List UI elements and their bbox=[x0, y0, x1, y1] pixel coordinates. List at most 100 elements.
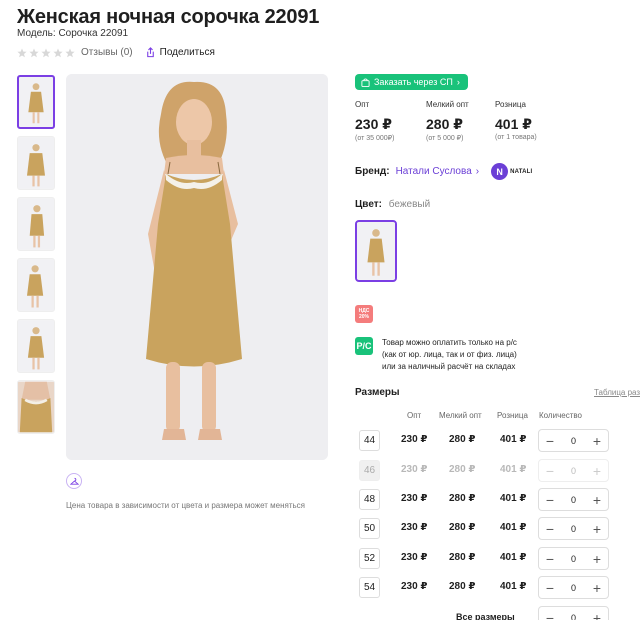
col-header-qty: Количество bbox=[539, 411, 582, 420]
decrement-button[interactable]: − bbox=[543, 522, 557, 536]
order-via-sp-label: Заказать через СП bbox=[374, 77, 453, 87]
size-price-retail: 401 ₽ bbox=[500, 522, 527, 533]
size-price-opt: 230 ₽ bbox=[401, 581, 428, 592]
product-model-illustration bbox=[66, 74, 328, 460]
quantity-stepper: − 0 + bbox=[538, 459, 609, 482]
share-label: Поделиться bbox=[159, 47, 215, 58]
payment-info: Товар можно оплатить только на р/с (как … bbox=[382, 337, 517, 373]
hanger-icon bbox=[69, 477, 79, 485]
quantity-value[interactable]: 0 bbox=[571, 554, 576, 564]
size-row-54: 54 230 ₽ 280 ₽ 401 ₽ − 0 + bbox=[355, 576, 640, 601]
main-product-photo[interactable] bbox=[66, 74, 328, 460]
size-table-link[interactable]: Таблица разм bbox=[594, 388, 640, 397]
quantity-value[interactable]: 0 bbox=[571, 495, 576, 505]
quantity-value[interactable]: 0 bbox=[571, 436, 576, 446]
size-price-retail: 401 ₽ bbox=[500, 552, 527, 563]
price-tier-value: 230 ₽ bbox=[355, 116, 392, 132]
thumbnail-photo bbox=[18, 320, 54, 372]
bank-account-badge: Р/С bbox=[355, 337, 373, 355]
decrement-button[interactable]: − bbox=[543, 434, 557, 448]
price-tier-small-opt: Мелкий опт 280 ₽ (от 5 000 ₽) bbox=[426, 100, 495, 142]
size-guide-button[interactable] bbox=[66, 473, 82, 489]
order-via-sp-button[interactable]: Заказать через СП › bbox=[355, 74, 468, 90]
price-note: Цена товара в зависимости от цвета и раз… bbox=[66, 501, 306, 510]
quantity-stepper: − 0 + bbox=[538, 547, 609, 570]
share-icon bbox=[146, 47, 154, 58]
size-price-small-opt: 280 ₽ bbox=[449, 464, 476, 475]
decrement-button[interactable]: − bbox=[543, 611, 557, 620]
thumbnail-list bbox=[17, 75, 57, 441]
size-price-retail: 401 ₽ bbox=[500, 581, 527, 592]
size-label: 52 bbox=[359, 548, 380, 569]
price-tiers: Опт 230 ₽ (от 35 000₽) Мелкий опт 280 ₽ … bbox=[355, 100, 565, 142]
brand-link[interactable]: Натали Суслова bbox=[396, 166, 472, 177]
color-label: Цвет: bbox=[355, 199, 382, 210]
size-label: 50 bbox=[359, 518, 380, 539]
price-tier-value: 401 ₽ bbox=[495, 116, 532, 132]
star-icon bbox=[65, 48, 75, 57]
size-row-46: 46 230 ₽ 280 ₽ 401 ₽ − 0 + bbox=[355, 459, 640, 484]
size-price-retail: 401 ₽ bbox=[500, 434, 527, 445]
size-row-50: 50 230 ₽ 280 ₽ 401 ₽ − 0 + bbox=[355, 517, 640, 542]
price-tier-condition: (от 5 000 ₽) bbox=[426, 135, 464, 142]
color-row: Цвет: бежевый bbox=[355, 199, 430, 210]
decrement-button[interactable]: − bbox=[543, 464, 557, 478]
price-tier-value: 280 ₽ bbox=[426, 116, 463, 132]
thumbnail-photo bbox=[18, 381, 54, 433]
color-option-beige[interactable] bbox=[355, 220, 397, 282]
quantity-value[interactable]: 0 bbox=[571, 583, 576, 593]
decrement-button[interactable]: − bbox=[543, 493, 557, 507]
thumbnail-5[interactable] bbox=[17, 319, 55, 373]
quantity-value[interactable]: 0 bbox=[571, 524, 576, 534]
size-price-small-opt: 280 ₽ bbox=[449, 552, 476, 563]
reviews-link[interactable]: Отзывы (0) bbox=[81, 47, 133, 58]
all-sizes-stepper: − 0 + bbox=[538, 606, 609, 620]
size-price-small-opt: 280 ₽ bbox=[449, 522, 476, 533]
size-row-44: 44 230 ₽ 280 ₽ 401 ₽ − 0 + bbox=[355, 429, 640, 454]
thumbnail-2[interactable] bbox=[17, 136, 55, 190]
star-icon bbox=[17, 48, 27, 57]
size-price-retail: 401 ₽ bbox=[500, 464, 527, 475]
size-price-small-opt: 280 ₽ bbox=[449, 581, 476, 592]
price-tier-label: Опт bbox=[355, 100, 370, 109]
col-header-retail: Розница bbox=[497, 411, 528, 420]
share-button[interactable]: Поделиться bbox=[145, 47, 215, 58]
increment-button[interactable]: + bbox=[590, 552, 604, 566]
increment-button[interactable]: + bbox=[590, 611, 604, 620]
color-value: бежевый bbox=[388, 199, 431, 210]
size-price-opt: 230 ₽ bbox=[401, 522, 428, 533]
thumbnail-1[interactable] bbox=[17, 75, 55, 129]
thumbnail-6[interactable] bbox=[17, 380, 55, 434]
size-price-opt: 230 ₽ bbox=[401, 552, 428, 563]
size-label: 46 bbox=[359, 460, 380, 481]
quantity-value[interactable]: 0 bbox=[571, 466, 576, 476]
size-row-52: 52 230 ₽ 280 ₽ 401 ₽ − 0 + bbox=[355, 547, 640, 572]
thumbnail-photo bbox=[18, 259, 54, 311]
col-header-small-opt: Мелкий опт bbox=[439, 411, 482, 420]
size-label: 44 bbox=[359, 430, 380, 451]
brand-logo[interactable]: N NATALI bbox=[491, 163, 532, 180]
thumbnail-3[interactable] bbox=[17, 197, 55, 251]
increment-button[interactable]: + bbox=[590, 434, 604, 448]
quantity-stepper: − 0 + bbox=[538, 429, 609, 452]
col-header-opt: Опт bbox=[407, 411, 422, 420]
price-tier-condition: (от 1 товара) bbox=[495, 134, 537, 141]
decrement-button[interactable]: − bbox=[543, 581, 557, 595]
brand-logo-text: NATALI bbox=[510, 168, 533, 175]
size-label: 54 bbox=[359, 577, 380, 598]
bag-icon bbox=[361, 77, 370, 87]
brand-label: Бренд: bbox=[355, 166, 390, 177]
price-tier-opt: Опт 230 ₽ (от 35 000₽) bbox=[355, 100, 426, 142]
decrement-button[interactable]: − bbox=[543, 552, 557, 566]
increment-button[interactable]: + bbox=[590, 522, 604, 536]
payment-info-line: Товар можно оплатить только на р/с bbox=[382, 338, 517, 347]
star-icon bbox=[41, 48, 51, 57]
increment-button[interactable]: + bbox=[590, 581, 604, 595]
quantity-value[interactable]: 0 bbox=[571, 613, 576, 620]
thumbnail-4[interactable] bbox=[17, 258, 55, 312]
sizes-title: Размеры bbox=[355, 387, 400, 398]
increment-button[interactable]: + bbox=[590, 464, 604, 478]
size-price-small-opt: 280 ₽ bbox=[449, 434, 476, 445]
increment-button[interactable]: + bbox=[590, 493, 604, 507]
thumbnail-photo bbox=[18, 137, 54, 189]
